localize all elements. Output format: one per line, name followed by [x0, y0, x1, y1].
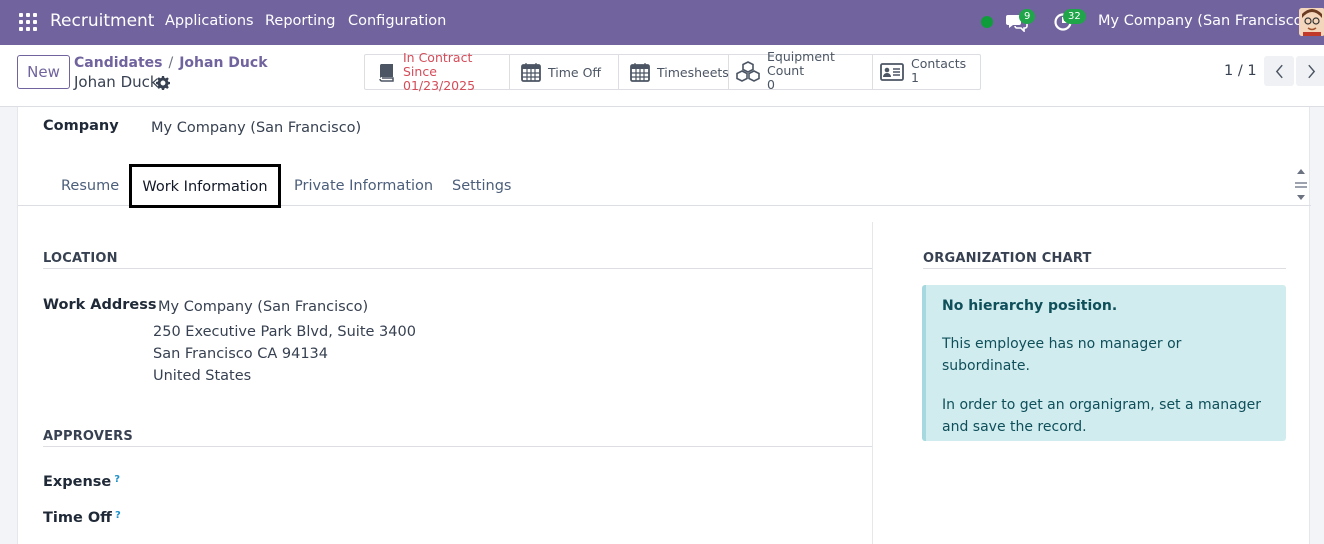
calendar-icon: [521, 63, 541, 82]
cubes-icon: [736, 61, 760, 82]
approvers-divider: [43, 446, 872, 447]
top-navbar: Recruitment Applications Reporting Confi…: [0, 0, 1324, 45]
expense-help-icon[interactable]: ?: [114, 474, 120, 485]
contract-date: 01/23/2025: [403, 78, 476, 93]
org-chart-info-alert: No hierarchy position. This employee has…: [922, 285, 1286, 441]
location-divider: [43, 268, 872, 269]
location-section-title: LOCATION: [43, 251, 118, 266]
time-off-label: Time Off: [548, 64, 602, 80]
menu-reporting[interactable]: Reporting: [265, 13, 336, 29]
presence-status-dot: [981, 16, 993, 28]
id-card-icon: [880, 63, 904, 81]
book-icon: [379, 64, 394, 82]
pager-previous-button[interactable]: [1264, 56, 1294, 86]
time-off-help-icon[interactable]: ?: [115, 510, 121, 521]
chat-count-badge: 9: [1019, 9, 1036, 24]
timesheets-smart-button[interactable]: Timesheets: [619, 55, 729, 89]
apps-grid-icon[interactable]: [19, 13, 37, 31]
contacts-smart-button[interactable]: Contacts 1: [873, 55, 980, 89]
work-address-city: San Francisco CA 94134: [153, 346, 328, 362]
tab-focus-outline: [129, 164, 281, 208]
contacts-count: 1: [911, 70, 919, 85]
menu-configuration[interactable]: Configuration: [348, 13, 446, 29]
time-off-label-text: Time Off: [43, 510, 112, 526]
tabs-scroll-control[interactable]: [1294, 167, 1308, 203]
expense-approver-label: Expense?: [43, 474, 120, 490]
tab-resume[interactable]: Resume: [61, 164, 119, 206]
work-address-country: United States: [153, 368, 252, 384]
contract-smart-button[interactable]: In Contract Since 01/23/2025: [365, 51, 510, 93]
work-address-label: Work Address: [43, 297, 157, 313]
org-chart-divider: [923, 268, 1286, 269]
work-address-company[interactable]: My Company (San Francisco): [158, 299, 368, 315]
contacts-label: Contacts: [911, 56, 967, 71]
timesheets-label: Timesheets: [657, 64, 729, 80]
time-off-approver-label: Time Off?: [43, 510, 121, 526]
activity-count-badge: 32: [1063, 9, 1086, 24]
equipment-label: Equipment Count: [767, 49, 835, 78]
org-chart-message-1: This employee has no manager or subordin…: [942, 336, 1182, 374]
new-button[interactable]: New: [17, 55, 70, 89]
approvers-section-title: APPROVERS: [43, 429, 133, 444]
form-sheet: Company My Company (San Francisco) Resum…: [17, 107, 1311, 544]
expense-label-text: Expense: [43, 474, 112, 490]
app-name[interactable]: Recruitment: [50, 11, 154, 31]
chevron-left-icon: [1275, 64, 1283, 78]
breadcrumb: Candidates / Johan Duck: [74, 55, 268, 71]
tab-private-information[interactable]: Private Information: [294, 164, 433, 206]
breadcrumb-johan-duck[interactable]: Johan Duck: [179, 55, 267, 71]
smart-buttons: In Contract Since 01/23/2025 Time Off Ti…: [364, 50, 981, 93]
gear-icon[interactable]: [156, 76, 170, 90]
time-off-smart-button[interactable]: Time Off: [510, 55, 619, 89]
equipment-count: 0: [767, 77, 775, 92]
company-value[interactable]: My Company (San Francisco): [151, 120, 361, 136]
user-avatar[interactable]: [1299, 8, 1324, 36]
calendar-icon: [630, 63, 650, 82]
pager-next-button[interactable]: [1296, 56, 1324, 86]
org-chart-message-2: In order to get an organigram, set a man…: [942, 397, 1261, 435]
pager-value[interactable]: 1 / 1: [1224, 63, 1257, 79]
tab-settings[interactable]: Settings: [452, 164, 511, 206]
contract-label: In Contract Since: [403, 50, 473, 79]
chevron-right-icon: [1307, 64, 1315, 78]
company-switcher[interactable]: My Company (San Francisco): [1098, 13, 1308, 29]
org-chart-section-title: ORGANIZATION CHART: [923, 251, 1092, 266]
breadcrumb-candidates[interactable]: Candidates: [74, 55, 163, 71]
menu-applications[interactable]: Applications: [165, 13, 254, 29]
record-title: Johan Duck: [74, 73, 159, 91]
work-address-street: 250 Executive Park Blvd, Suite 3400: [153, 324, 416, 340]
control-panel: New Candidates / Johan Duck Johan Duck In …: [0, 45, 1324, 107]
company-label: Company: [43, 118, 119, 134]
column-divider: [872, 222, 873, 544]
org-chart-heading: No hierarchy position.: [942, 298, 1118, 314]
equipment-smart-button[interactable]: Equipment Count 0: [729, 50, 873, 92]
